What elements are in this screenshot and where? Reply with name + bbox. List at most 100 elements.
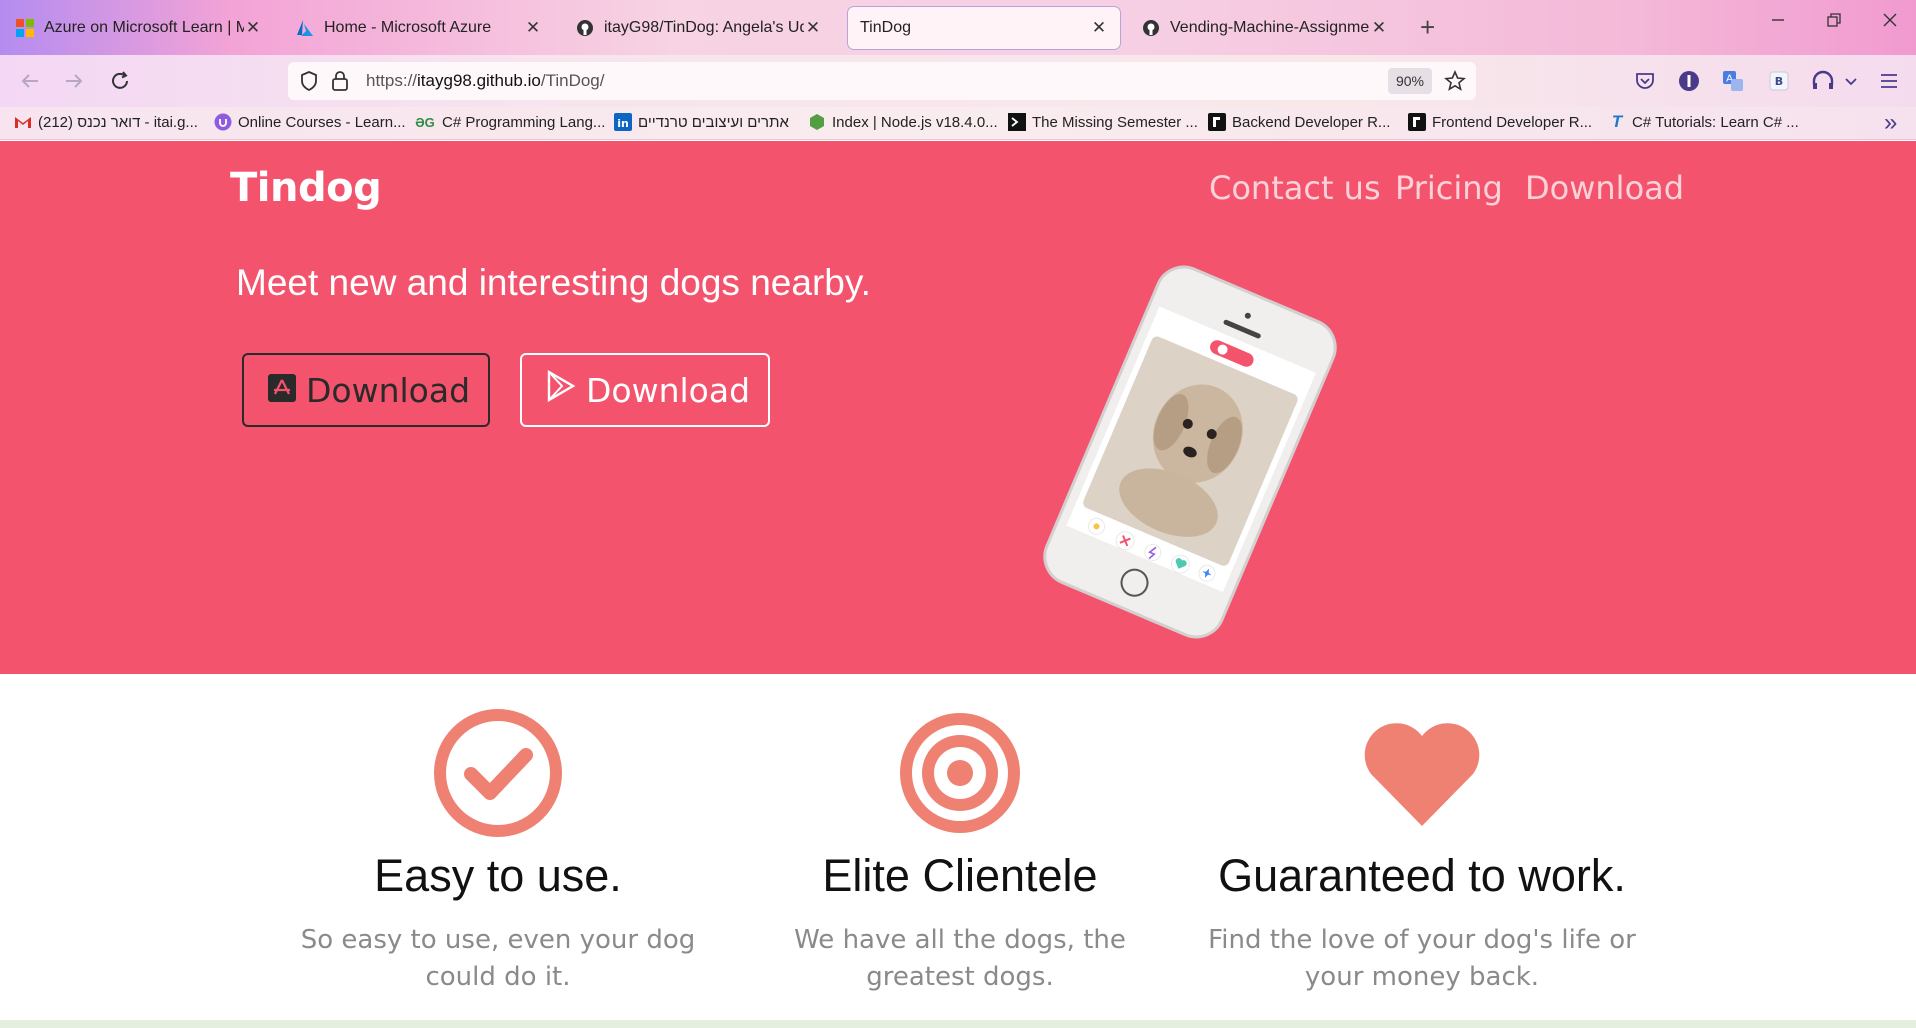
feature-text: We have all the dogs, the greatest dogs. <box>794 925 1126 992</box>
nav-link-pricing[interactable]: Pricing <box>1395 169 1503 207</box>
app-store-download-button[interactable]: Download <box>242 353 490 427</box>
next-section-edge <box>0 1020 1916 1028</box>
tab-github-vending[interactable]: Vending-Machine-Assignment/ ✕ <box>1130 7 1400 49</box>
close-tab-icon[interactable]: ✕ <box>1090 18 1108 38</box>
bookmark-frontend-roadmap[interactable]: Frontend Developer R... <box>1408 113 1592 131</box>
bookmark-label: C# Programming Lang... <box>442 113 606 131</box>
bookmark-gmail[interactable]: דואר נכנס (212) - itai.g... <box>14 113 198 131</box>
browser-toolbar: https://itayg98.github.io/TinDog/ 90% A … <box>0 55 1916 107</box>
zoom-level[interactable]: 90% <box>1387 68 1432 94</box>
new-tab-button[interactable]: + <box>1420 12 1435 43</box>
github-icon <box>576 19 594 37</box>
linkedin-icon: in <box>614 113 632 131</box>
feature-easy: Easy to use. So easy to use, even your d… <box>278 708 718 996</box>
bookmark-label: Index | Node.js v18.4.0... <box>832 113 998 131</box>
download-label: Download <box>306 370 471 410</box>
info-extension-icon[interactable] <box>1676 68 1702 94</box>
azure-icon <box>296 19 314 37</box>
tab-github-tindog[interactable]: itayG98/TinDog: Angela's Udemy ✕ <box>564 7 834 49</box>
check-circle-icon <box>433 708 563 838</box>
tab-title: Azure on Microsoft Learn | Microsoft Lea… <box>44 19 244 36</box>
brand-logo[interactable]: Tindog <box>230 165 382 211</box>
feature-title: Easy to use. <box>374 850 622 901</box>
bookmark-label: The Missing Semester ... <box>1032 113 1198 131</box>
bookmark-label: דואר נכנס (212) - itai.g... <box>38 113 198 131</box>
features-section: Easy to use. So easy to use, even your d… <box>0 674 1916 1020</box>
hero-headline: Meet new and interesting dogs nearby. <box>236 262 871 303</box>
bookmark-backend-roadmap[interactable]: Backend Developer R... <box>1208 113 1390 131</box>
close-tab-icon[interactable]: ✕ <box>524 18 542 38</box>
feature-text: Find the love of your dog's life or your… <box>1208 925 1636 992</box>
udemy-icon <box>214 113 232 131</box>
bookmark-label: C# Tutorials: Learn C# ... <box>1632 113 1799 131</box>
pocket-icon[interactable] <box>1632 68 1658 94</box>
tab-title: TinDog <box>860 19 911 36</box>
feature-text: So easy to use, even your dog could do i… <box>300 925 696 992</box>
reload-icon[interactable] <box>104 65 136 97</box>
tab-azure-home[interactable]: Home - Microsoft Azure ✕ <box>284 7 554 49</box>
roadmap-icon <box>1408 113 1426 131</box>
forward-arrow-icon[interactable] <box>58 65 90 97</box>
roadmap-icon <box>1208 113 1226 131</box>
terminal-icon <box>1008 113 1026 131</box>
nav-link-contact[interactable]: Contact us <box>1209 169 1381 207</box>
bookmarks-bar: דואר נכנס (212) - itai.g... Online Cours… <box>0 107 1916 140</box>
google-play-download-button[interactable]: Download <box>520 353 770 427</box>
tab-azure-learn[interactable]: Azure on Microsoft Learn | Microsoft Lea… <box>4 7 274 49</box>
bullseye-icon <box>895 708 1025 838</box>
address-bar[interactable]: https://itayg98.github.io/TinDog/ 90% <box>288 62 1476 100</box>
translate-icon[interactable]: A <box>1720 68 1746 94</box>
chevron-down-icon[interactable] <box>1842 68 1860 94</box>
nav-link-download[interactable]: Download <box>1525 169 1684 207</box>
feature-title: Elite Clientele <box>822 850 1098 901</box>
microsoft-icon <box>16 19 34 37</box>
heart-icon <box>1357 708 1487 838</box>
nodejs-icon <box>808 113 826 131</box>
url-host: itayg98.github.io <box>417 71 541 90</box>
tab-title: Home - Microsoft Azure <box>324 19 492 36</box>
download-label: Download <box>586 370 751 410</box>
app-store-icon <box>268 371 296 410</box>
bookmark-label: Online Courses - Learn... <box>238 113 406 131</box>
geeksforgeeks-icon: ƏG <box>415 114 435 130</box>
close-tab-icon[interactable]: ✕ <box>804 18 822 38</box>
google-play-icon <box>546 369 576 410</box>
svg-text:B: B <box>1775 75 1783 88</box>
tutorialsteacher-icon: T <box>1611 112 1623 131</box>
bookmarks-overflow-icon[interactable]: » <box>1884 109 1897 137</box>
bookmark-label: Frontend Developer R... <box>1432 113 1593 131</box>
b-extension-icon[interactable]: B <box>1766 68 1792 94</box>
minimize-icon[interactable] <box>1770 12 1786 33</box>
bookmark-udemy[interactable]: Online Courses - Learn... <box>214 113 406 131</box>
gmail-icon <box>14 113 32 131</box>
bookmark-csharp-tutorials[interactable]: T C# Tutorials: Learn C# ... <box>1608 112 1799 131</box>
bookmark-missing-semester[interactable]: The Missing Semester ... <box>1008 113 1198 131</box>
bookmark-label: אתרים ועיצובים טרנדיים <box>638 113 789 131</box>
iphone-dog-image <box>1020 237 1360 657</box>
bookmark-label: Backend Developer R... <box>1232 113 1391 131</box>
tab-tindog[interactable]: TinDog ✕ <box>848 7 1120 49</box>
tab-title: itayG98/TinDog: Angela's Udemy <box>604 19 804 36</box>
bookmark-nodejs[interactable]: Index | Node.js v18.4.0... <box>808 113 998 131</box>
restore-icon[interactable] <box>1826 12 1842 33</box>
tab-title: Vending-Machine-Assignment/ <box>1170 19 1370 36</box>
url-path: /TinDog/ <box>540 71 605 90</box>
shield-icon[interactable] <box>298 70 320 97</box>
menu-icon[interactable] <box>1876 68 1902 94</box>
feature-title: Guaranteed to work. <box>1218 850 1626 901</box>
feature-guaranteed: Guaranteed to work. Find the love of you… <box>1202 708 1642 996</box>
bookmark-linkedin[interactable]: in אתרים ועיצובים טרנדיים <box>614 113 789 131</box>
back-arrow-icon[interactable] <box>14 65 46 97</box>
svg-text:in: in <box>617 117 629 130</box>
close-window-icon[interactable] <box>1882 12 1898 33</box>
url-scheme: https:// <box>366 71 418 90</box>
close-tab-icon[interactable]: ✕ <box>1370 18 1388 38</box>
star-bookmark-icon[interactable] <box>1444 69 1466 97</box>
github-icon <box>1142 19 1160 37</box>
headphones-icon[interactable] <box>1810 68 1836 94</box>
bookmark-geeksforgeeks[interactable]: ƏG C# Programming Lang... <box>414 113 605 131</box>
url-text[interactable]: https://itayg98.github.io/TinDog/ <box>366 71 604 91</box>
feature-elite: Elite Clientele We have all the dogs, th… <box>740 708 1180 996</box>
close-tab-icon[interactable]: ✕ <box>244 18 262 38</box>
lock-icon[interactable] <box>330 70 350 97</box>
